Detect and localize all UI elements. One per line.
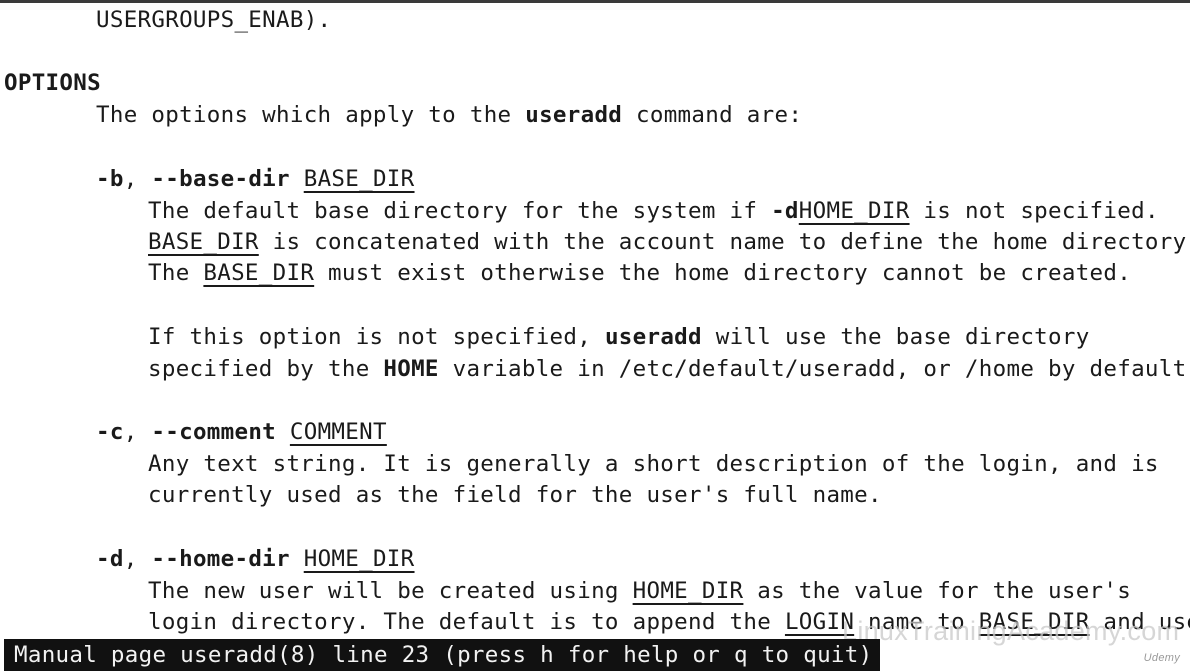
text-run: Any text string. It is generally a short… xyxy=(148,451,1159,477)
bold-text: -b xyxy=(96,166,124,192)
text-run xyxy=(290,166,304,192)
text-run: specified by the xyxy=(148,356,384,382)
text-run: , xyxy=(123,166,152,192)
text-run: If this option is not specified, xyxy=(148,324,605,350)
bold-text: --base-dir xyxy=(151,166,290,192)
bold-text: --home-dir xyxy=(151,546,290,572)
underlined-text: COMMENT xyxy=(289,419,387,445)
underlined-text: HOME_DIR xyxy=(303,546,415,572)
option-base-dir-desc-3: The BASE_DIR must exist otherwise the ho… xyxy=(148,258,1131,288)
underlined-text: HOME_DIR xyxy=(798,198,910,224)
text-run: The options which apply to the xyxy=(96,102,526,128)
bold-text: OPTIONS xyxy=(4,70,101,96)
text-run: The default base directory for the syste… xyxy=(148,198,772,224)
text-run xyxy=(276,419,290,445)
text-run: currently used as the field for the user… xyxy=(148,482,882,508)
option-base-dir-desc-5: specified by the HOME variable in /etc/d… xyxy=(148,354,1190,384)
option-base-dir-desc-4: If this option is not specified, useradd… xyxy=(148,322,1090,352)
bold-text: useradd xyxy=(525,102,623,128)
text-run: as the value for the user's xyxy=(743,578,1132,604)
option-base-dir-desc-1: The default base directory for the syste… xyxy=(148,196,1159,226)
text-run: , xyxy=(123,546,152,572)
underlined-text: HOME_DIR xyxy=(632,578,744,604)
pager-status-bar: Manual page useradd(8) line 23 (press h … xyxy=(4,639,881,671)
text-run xyxy=(290,546,304,572)
terminal-window[interactable]: USERGROUPS_ENAB). OPTIONS The options wh… xyxy=(0,0,1190,672)
text-run: , xyxy=(123,419,152,445)
text-run: The new user will be created using xyxy=(148,578,633,604)
bold-text: --comment xyxy=(151,419,277,445)
bold-text: -d xyxy=(771,198,799,224)
text-run: is concatenated with the account name to… xyxy=(258,229,1190,255)
text-run: USERGROUPS_ENAB). xyxy=(96,7,332,33)
text-run: variable in /etc/default/useradd, or /ho… xyxy=(438,356,1190,382)
text-run: is not specified. xyxy=(909,198,1159,224)
option-home-dir-desc-1: The new user will be created using HOME_… xyxy=(148,576,1131,606)
option-base-dir-desc-2: BASE_DIR is concatenated with the accoun… xyxy=(148,227,1190,257)
bold-text: -d xyxy=(96,546,124,572)
option-base-dir: -b, --base-dir BASE_DIR xyxy=(96,164,415,194)
text-run: The xyxy=(148,260,204,286)
underlined-text: BASE_DIR xyxy=(303,166,415,192)
watermark-text: LinuxTrainingAcademy.com xyxy=(842,616,1180,646)
option-home-dir: -d, --home-dir HOME_DIR xyxy=(96,544,415,574)
options-intro: The options which apply to the useradd c… xyxy=(96,100,802,130)
option-comment: -c, --comment COMMENT xyxy=(96,417,387,447)
option-comment-desc-1: Any text string. It is generally a short… xyxy=(148,449,1159,479)
man-line-usergroups: USERGROUPS_ENAB). xyxy=(96,5,331,35)
option-comment-desc-2: currently used as the field for the user… xyxy=(148,480,882,510)
underlined-text: BASE_DIR xyxy=(203,260,315,286)
text-run: login directory. The default is to appen… xyxy=(148,609,785,635)
section-heading-options: OPTIONS xyxy=(4,68,101,98)
bold-text: HOME xyxy=(383,356,439,382)
bold-text: -c xyxy=(96,419,124,445)
text-run: command are: xyxy=(622,102,803,128)
underlined-text: BASE_DIR xyxy=(148,229,259,255)
bold-text: useradd xyxy=(604,324,702,350)
udemy-badge: Udemy xyxy=(1143,652,1180,664)
text-run: will use the base directory xyxy=(701,324,1090,350)
window-top-border xyxy=(0,0,1190,3)
text-run: must exist otherwise the home directory … xyxy=(314,260,1132,286)
